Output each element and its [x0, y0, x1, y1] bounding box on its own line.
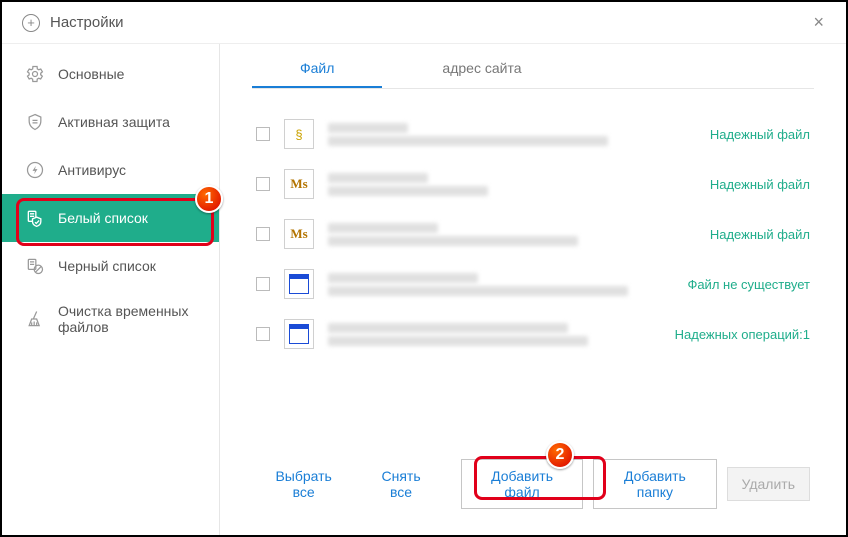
add-folder-button[interactable]: Добавить папку	[593, 459, 716, 509]
blurred-text	[328, 136, 608, 146]
sidebar-item-label: Белый список	[58, 210, 148, 226]
sidebar-item-antivirus[interactable]: Антивирус	[2, 146, 219, 194]
row-checkbox[interactable]	[256, 327, 270, 341]
status-badge: Файл не существует	[687, 277, 810, 292]
titlebar: + Настройки ×	[2, 2, 846, 44]
sidebar-item-label: Очистка временных файлов	[58, 303, 203, 335]
sidebar-item-general[interactable]: Основные	[2, 50, 219, 98]
status-badge: Надежный файл	[710, 127, 810, 142]
shield-checklist-icon	[24, 111, 46, 133]
sidebar-item-blacklist[interactable]: Черный список	[2, 242, 219, 290]
row-checkbox[interactable]	[256, 127, 270, 141]
sidebar-item-label: Антивирус	[58, 162, 126, 178]
close-icon[interactable]: ×	[807, 8, 830, 37]
list-item[interactable]: § Надежный файл	[252, 109, 814, 159]
sidebar-item-whitelist[interactable]: Белый список	[2, 194, 219, 242]
annotation-badge-1: 1	[195, 185, 223, 213]
blurred-text	[328, 273, 478, 283]
sidebar-item-label: Черный список	[58, 258, 156, 274]
gear-icon	[24, 63, 46, 85]
blurred-text	[328, 286, 628, 296]
main: Файл адрес сайта § Надежный файл Ms	[220, 44, 846, 535]
delete-button: Удалить	[727, 467, 810, 501]
file-list: § Надежный файл Ms Надежный файл	[252, 89, 814, 441]
blurred-text	[328, 223, 438, 233]
plus-circle-icon: +	[22, 14, 40, 32]
file-ms-icon: Ms	[284, 219, 314, 249]
row-checkbox[interactable]	[256, 277, 270, 291]
status-badge: Надежный файл	[710, 227, 810, 242]
sidebar-item-active-protection[interactable]: Активная защита	[2, 98, 219, 146]
list-item[interactable]: Надежных операций:1	[252, 309, 814, 359]
list-item[interactable]: Файл не существует	[252, 259, 814, 309]
file-ms-icon: Ms	[284, 169, 314, 199]
blurred-text	[328, 336, 588, 346]
row-meta	[328, 170, 696, 199]
sidebar-item-label: Основные	[58, 66, 124, 82]
row-meta	[328, 320, 661, 349]
blurred-text	[328, 236, 578, 246]
list-item[interactable]: Ms Надежный файл	[252, 159, 814, 209]
tab-file[interactable]: Файл	[252, 50, 382, 88]
blurred-text	[328, 186, 488, 196]
body: Основные Активная защита Антивирус Белый…	[2, 44, 846, 535]
lightning-circle-icon	[24, 159, 46, 181]
broom-icon	[24, 308, 46, 330]
settings-window: + Настройки × Основные Активная защита А…	[0, 0, 848, 537]
sidebar-item-label: Активная защита	[58, 114, 170, 130]
status-badge: Надежных операций:1	[675, 327, 810, 342]
annotation-badge-2: 2	[546, 441, 574, 469]
shield-check-icon	[24, 207, 46, 229]
row-checkbox[interactable]	[256, 177, 270, 191]
deselect-all-button[interactable]: Снять все	[361, 462, 441, 506]
blurred-text	[328, 123, 408, 133]
list-item[interactable]: Ms Надежный файл	[252, 209, 814, 259]
row-meta	[328, 270, 673, 299]
blurred-text	[328, 323, 568, 333]
tabs: Файл адрес сайта	[252, 44, 814, 89]
status-badge: Надежный файл	[710, 177, 810, 192]
file-window-icon	[284, 319, 314, 349]
footer: Выбрать все Снять все Добавить файл Доба…	[252, 441, 814, 535]
titlebar-left: + Настройки	[22, 14, 124, 32]
window-title: Настройки	[50, 14, 124, 31]
file-script-icon: §	[284, 119, 314, 149]
tab-site[interactable]: адрес сайта	[394, 50, 569, 88]
blurred-text	[328, 173, 428, 183]
select-all-button[interactable]: Выбрать все	[256, 462, 351, 506]
shield-block-icon	[24, 255, 46, 277]
row-meta	[328, 120, 696, 149]
row-checkbox[interactable]	[256, 227, 270, 241]
sidebar-item-cleanup[interactable]: Очистка временных файлов	[2, 290, 219, 348]
file-window-icon	[284, 269, 314, 299]
sidebar: Основные Активная защита Антивирус Белый…	[2, 44, 220, 535]
row-meta	[328, 220, 696, 249]
